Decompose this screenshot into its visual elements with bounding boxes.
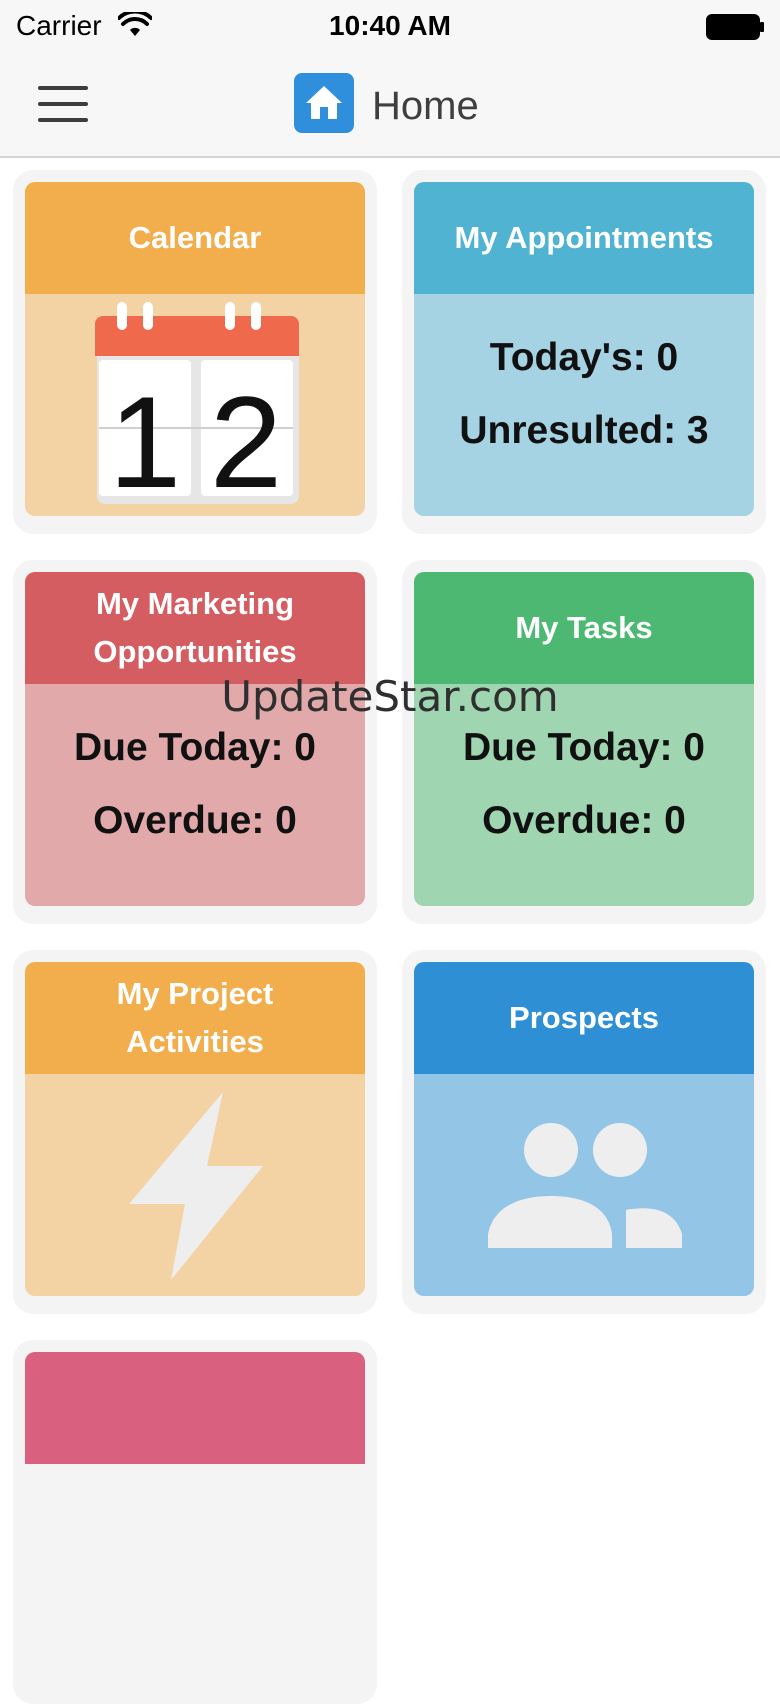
page-title: Home — [372, 84, 479, 128]
tasks-tile-frame: My Tasks Due Today: 0 Overdue: 0 — [402, 560, 766, 924]
marketing-tile-title-line1: My Marketing — [95, 586, 295, 621]
marketing-tile-header: My Marketing Opportunities — [25, 572, 365, 684]
prospects-tile-frame: Prospects — [402, 950, 766, 1314]
appointments-tile-header: My Appointments — [414, 182, 754, 294]
status-bar: Carrier 10:40 AM — [0, 0, 780, 56]
appointments-stats: Today's: 0 Unresulted: 3 — [414, 294, 754, 516]
calendar-icon: 1 2 — [95, 302, 299, 515]
appointments-tile[interactable]: My Appointments Today's: 0 Unresulted: 3 — [414, 182, 754, 516]
calendar-tile-frame: Calendar 1 2 — [13, 170, 377, 534]
appointments-today-count: Today's: 0 — [489, 336, 679, 379]
navigation-bar: Home — [0, 56, 780, 158]
lightning-bolt-icon — [129, 1092, 263, 1280]
project-activities-tile[interactable]: My Project Activities — [25, 962, 365, 1296]
appointments-unresulted-count: Unresulted: 3 — [459, 409, 709, 452]
home-icon — [294, 73, 354, 133]
marketing-opportunities-tile[interactable]: My Marketing Opportunities Due Today: 0 … — [25, 572, 365, 906]
prospects-tile-title: Prospects — [509, 1000, 659, 1035]
calendar-tile-header: Calendar — [25, 182, 365, 294]
calendar-tile-body: 1 2 — [25, 294, 365, 516]
tasks-overdue-count: Overdue: 0 — [482, 799, 686, 842]
partial-tile[interactable] — [25, 1352, 365, 1686]
people-icon — [488, 1123, 682, 1248]
marketing-tile-title-line2: Opportunities — [93, 634, 297, 669]
prospects-tile-body — [414, 1074, 754, 1296]
marketing-due-today-count: Due Today: 0 — [74, 726, 316, 769]
calendar-day-digit-2: 2 — [210, 369, 282, 515]
battery-icon — [706, 14, 766, 45]
calendar-day-digit-1: 1 — [109, 369, 181, 515]
prospects-tile[interactable]: Prospects — [414, 962, 754, 1296]
calendar-tile[interactable]: Calendar 1 2 — [25, 182, 365, 516]
marketing-tile-frame: My Marketing Opportunities Due Today: 0 … — [13, 560, 377, 924]
marketing-overdue-count: Overdue: 0 — [93, 799, 297, 842]
partial-tile-frame — [13, 1340, 377, 1704]
tasks-tile-title: My Tasks — [515, 610, 653, 645]
watermark-text: UpdateStar.com — [221, 672, 559, 721]
tasks-due-today-count: Due Today: 0 — [463, 726, 705, 769]
project-tile-header: My Project Activities — [25, 962, 365, 1074]
project-tile-body — [25, 1074, 365, 1296]
status-time: 10:40 AM — [329, 10, 451, 41]
appointments-tile-title: My Appointments — [454, 220, 714, 255]
project-tile-frame: My Project Activities — [13, 950, 377, 1314]
project-tile-title-line2: Activities — [126, 1024, 264, 1059]
partial-tile-header — [25, 1352, 365, 1464]
tasks-tile-header: My Tasks — [414, 572, 754, 684]
appointments-tile-frame: My Appointments Today's: 0 Unresulted: 3 — [402, 170, 766, 534]
tasks-tile[interactable]: My Tasks Due Today: 0 Overdue: 0 — [414, 572, 754, 906]
project-tile-title-line1: My Project — [116, 976, 274, 1011]
prospects-tile-header: Prospects — [414, 962, 754, 1074]
calendar-tile-title: Calendar — [128, 220, 262, 255]
hamburger-menu-icon[interactable] — [38, 84, 90, 126]
